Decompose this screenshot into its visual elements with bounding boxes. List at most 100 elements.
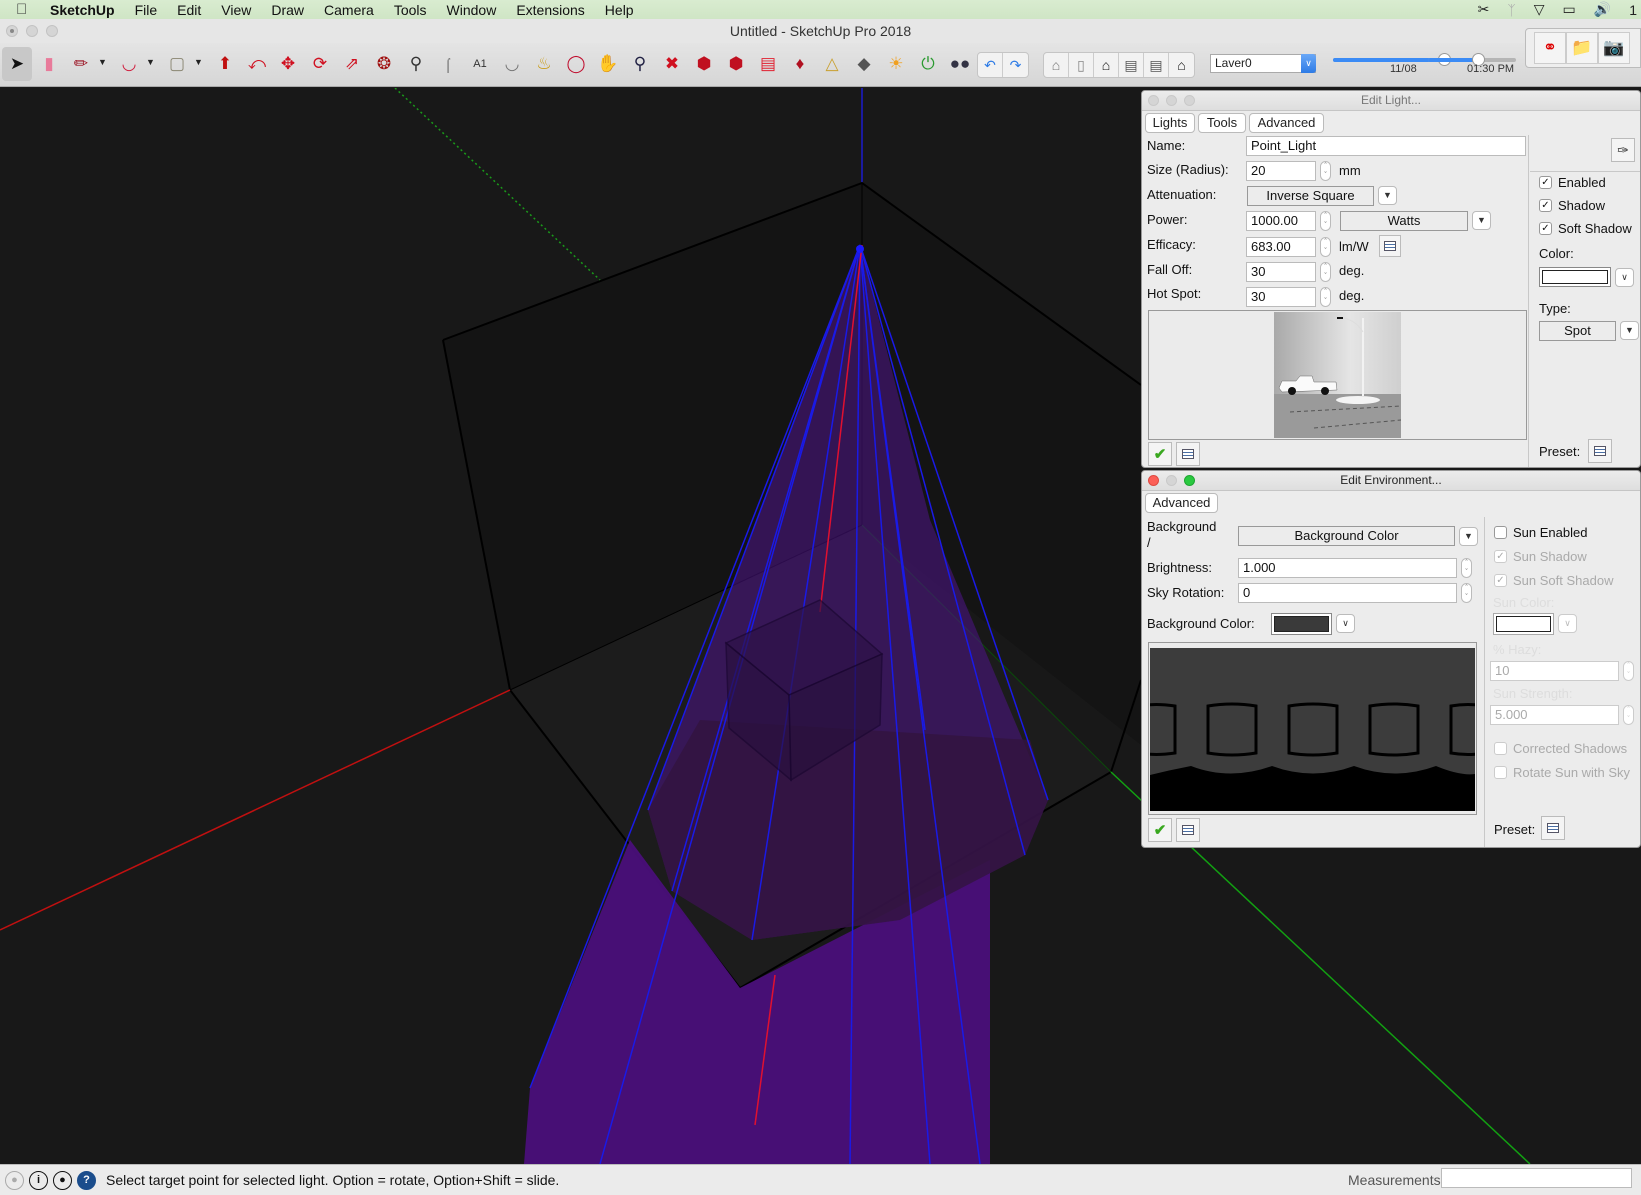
push-pull-tool-button[interactable]: ⬆ xyxy=(210,47,240,81)
apply-light-button[interactable]: ✔ xyxy=(1148,442,1172,466)
open-folder-button[interactable]: 📁 xyxy=(1566,32,1598,64)
panel-close-button[interactable] xyxy=(1148,475,1159,486)
menu-tools[interactable]: Tools xyxy=(394,2,427,18)
light-color-swatch[interactable] xyxy=(1539,267,1611,287)
zoom-tool-button[interactable]: ⚲ xyxy=(625,47,655,81)
soft-shadow-checkbox-box[interactable]: ✓ xyxy=(1539,222,1552,235)
background-type-dropdown[interactable]: Background Color xyxy=(1238,526,1455,546)
eyedropper-button[interactable]: ✑ xyxy=(1611,138,1635,162)
apple-menu-icon[interactable]:  xyxy=(16,1,36,18)
view-right-button[interactable]: ▤ xyxy=(1119,53,1144,77)
offset-tool-button[interactable]: ❂ xyxy=(369,47,399,81)
orbit-tool-button[interactable]: ◯ xyxy=(561,47,591,81)
corrected-shadows-checkbox-box[interactable] xyxy=(1494,742,1507,755)
scale-tool-button[interactable]: ⇗ xyxy=(337,47,367,81)
geolocation-status-icon[interactable]: ● xyxy=(5,1170,24,1190)
select-tool-button[interactable]: ➤ xyxy=(2,47,32,81)
size-input[interactable]: 20 xyxy=(1246,161,1316,181)
efficacy-stepper[interactable]: ˆˇ xyxy=(1320,237,1331,257)
hazy-stepper[interactable]: ˆˇ xyxy=(1623,661,1634,681)
layer-dropdown[interactable]: Laver0 ∨ xyxy=(1210,54,1316,73)
sun-enabled-checkbox-box[interactable] xyxy=(1494,526,1507,539)
menu-view[interactable]: View xyxy=(221,2,251,18)
wifi-icon[interactable]: ▽ xyxy=(1534,1,1545,18)
light-tool-button[interactable]: ⚭ xyxy=(1534,32,1566,64)
power-button[interactable]: ⏻ xyxy=(913,47,943,81)
light-source-point[interactable] xyxy=(856,245,864,253)
line-tool-button[interactable]: ✏ xyxy=(66,47,96,81)
light-name-input[interactable]: Point_Light xyxy=(1246,136,1526,156)
sun-strength-stepper[interactable]: ˆˇ xyxy=(1623,705,1634,725)
scissors-icon[interactable]: ✂ xyxy=(1478,1,1490,18)
corrected-shadows-checkbox[interactable]: Corrected Shadows xyxy=(1494,741,1627,756)
dimension-tool-button[interactable]: ⌠ xyxy=(433,47,463,81)
line-dropdown-caret-icon[interactable]: ▼ xyxy=(98,57,107,67)
falloff-input[interactable]: 30 xyxy=(1246,262,1316,282)
tab-advanced[interactable]: Advanced xyxy=(1249,113,1324,133)
protractor-tool-button[interactable]: ◡ xyxy=(497,47,527,81)
extension-manager-button[interactable]: ♦ xyxy=(785,47,815,81)
sun-color-swatch[interactable] xyxy=(1493,613,1554,635)
shadow-time-slider[interactable] xyxy=(1428,53,1516,66)
zoom-extents-tool-button[interactable]: ✖ xyxy=(657,47,687,81)
menu-camera[interactable]: Camera xyxy=(324,2,374,18)
light-preset-button[interactable] xyxy=(1588,439,1612,463)
menu-window[interactable]: Window xyxy=(447,2,497,18)
light-type-dropdown-arrow[interactable]: ▼ xyxy=(1620,321,1639,340)
panel-zoom-button[interactable] xyxy=(1184,475,1195,486)
light-list-button[interactable] xyxy=(1176,442,1200,466)
arc-dropdown-caret-icon[interactable]: ▼ xyxy=(146,57,155,67)
rectangle-tool-button[interactable]: ▢ xyxy=(162,47,192,81)
pan-tool-button[interactable]: ✋ xyxy=(593,47,623,81)
shadows-button[interactable]: ☀ xyxy=(881,47,911,81)
extension-warehouse-button[interactable]: ⬢ xyxy=(721,47,751,81)
binoculars-button[interactable]: ●● xyxy=(945,47,975,81)
attenuation-dropdown-arrow[interactable]: ▼ xyxy=(1378,186,1397,205)
light-color-dropdown-arrow[interactable]: ∨ xyxy=(1615,268,1634,287)
sun-shadow-checkbox[interactable]: ✓ Sun Shadow xyxy=(1494,549,1587,564)
environment-list-button[interactable] xyxy=(1176,818,1200,842)
sun-soft-shadow-checkbox-box[interactable]: ✓ xyxy=(1494,574,1507,587)
render-camera-button[interactable]: 📷 xyxy=(1598,32,1630,64)
undo-button[interactable]: ↶ xyxy=(978,53,1003,77)
geolocation-button[interactable]: ◆ xyxy=(849,47,879,81)
arc-tool-button[interactable]: ◡ xyxy=(114,47,144,81)
view-back-button[interactable]: ▤ xyxy=(1144,53,1169,77)
power-unit-dropdown-arrow[interactable]: ▼ xyxy=(1472,211,1491,230)
enabled-checkbox[interactable]: ✓ Enabled xyxy=(1539,175,1606,190)
sun-shadow-checkbox-box[interactable]: ✓ xyxy=(1494,550,1507,563)
sky-rotation-input[interactable]: 0 xyxy=(1238,583,1457,603)
brightness-input[interactable]: 1.000 xyxy=(1238,558,1457,578)
help-icon[interactable]: ? xyxy=(77,1170,96,1190)
sun-color-dropdown-arrow[interactable]: ∨ xyxy=(1558,614,1577,633)
bluetooth-icon[interactable]: ᛉ xyxy=(1507,2,1515,18)
tab-tools[interactable]: Tools xyxy=(1198,113,1246,133)
volume-icon[interactable]: 🔊 xyxy=(1594,1,1611,18)
paint-bucket-tool-button[interactable]: ♨ xyxy=(529,47,559,81)
power-stepper[interactable]: ˆˇ xyxy=(1320,211,1331,231)
shadow-checkbox-box[interactable]: ✓ xyxy=(1539,199,1552,212)
sun-strength-input[interactable]: 5.000 xyxy=(1490,705,1619,725)
env-tab-advanced[interactable]: Advanced xyxy=(1145,493,1218,513)
view-front-button[interactable]: ⌂ xyxy=(1094,53,1119,77)
efficacy-input[interactable]: 683.00 xyxy=(1246,237,1316,257)
follow-me-tool-button[interactable]: ⤺ xyxy=(242,47,272,81)
tab-lights[interactable]: Lights xyxy=(1145,113,1195,133)
user-account-icon[interactable]: ● xyxy=(53,1170,72,1190)
menu-extensions[interactable]: Extensions xyxy=(516,2,584,18)
size-stepper[interactable]: ˆˇ xyxy=(1320,161,1331,181)
menu-edit[interactable]: Edit xyxy=(177,2,201,18)
background-color-swatch[interactable] xyxy=(1271,613,1332,635)
panel-minimize-button[interactable] xyxy=(1166,95,1177,106)
clock[interactable]: 1 xyxy=(1629,2,1637,18)
eraser-tool-button[interactable]: ▮ xyxy=(34,47,64,81)
rotate-tool-button[interactable]: ⟳ xyxy=(305,47,335,81)
hotspot-input[interactable]: 30 xyxy=(1246,287,1316,307)
rotate-sun-checkbox[interactable]: Rotate Sun with Sky xyxy=(1494,765,1630,780)
power-input[interactable]: 1000.00 xyxy=(1246,211,1316,231)
falloff-stepper[interactable]: ˆˇ xyxy=(1320,262,1331,282)
hotspot-stepper[interactable]: ˆˇ xyxy=(1320,287,1331,307)
sandbox-tool-button[interactable]: △ xyxy=(817,47,847,81)
text-tool-button[interactable]: A1 xyxy=(465,47,495,81)
3d-warehouse-button[interactable]: ⬢ xyxy=(689,47,719,81)
